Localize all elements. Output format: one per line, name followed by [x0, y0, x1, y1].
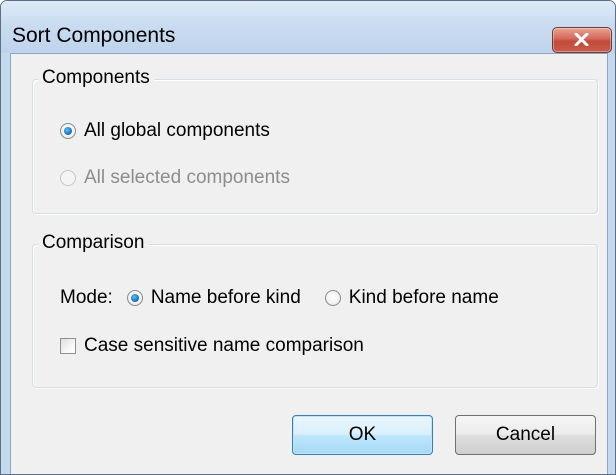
close-button[interactable] [552, 27, 612, 53]
radio-label[interactable]: Name before kind [151, 287, 301, 309]
case-sensitive-checkbox[interactable] [60, 338, 76, 354]
case-sensitive-row[interactable]: Case sensitive name comparison [60, 335, 364, 357]
title-bar: Sort Components [1, 1, 615, 53]
mode-label: Mode: [60, 287, 113, 308]
radio-name-before-kind[interactable] [126, 290, 143, 306]
radio-label[interactable]: Kind before name [349, 287, 499, 309]
dialog-window: Sort Components Components All global co… [0, 0, 616, 475]
radio-all-selected-components: All selected components [60, 167, 290, 189]
cancel-button[interactable]: Cancel [455, 415, 596, 455]
radio-kind-before-name[interactable] [324, 290, 341, 306]
mode-row: Mode: Name before kind Kind before name [60, 287, 499, 309]
radio-label: All global components [84, 120, 270, 141]
comparison-legend: Comparison [38, 232, 149, 254]
radio-button-checked[interactable] [60, 123, 76, 139]
components-groupbox: Components All global components All sel… [32, 67, 598, 214]
radio-button-disabled [60, 170, 76, 186]
checkbox-label[interactable]: Case sensitive name comparison [84, 335, 364, 357]
dialog-title: Sort Components [12, 24, 176, 47]
dialog-body: Components All global components All sel… [10, 53, 608, 474]
comparison-groupbox: Comparison Mode: Name before kind Kind b… [32, 232, 598, 388]
ok-button[interactable]: OK [292, 415, 433, 455]
components-legend: Components [38, 67, 154, 89]
radio-all-global-components[interactable]: All global components [60, 120, 270, 142]
close-icon [574, 33, 589, 46]
radio-label: All selected components [84, 167, 290, 188]
